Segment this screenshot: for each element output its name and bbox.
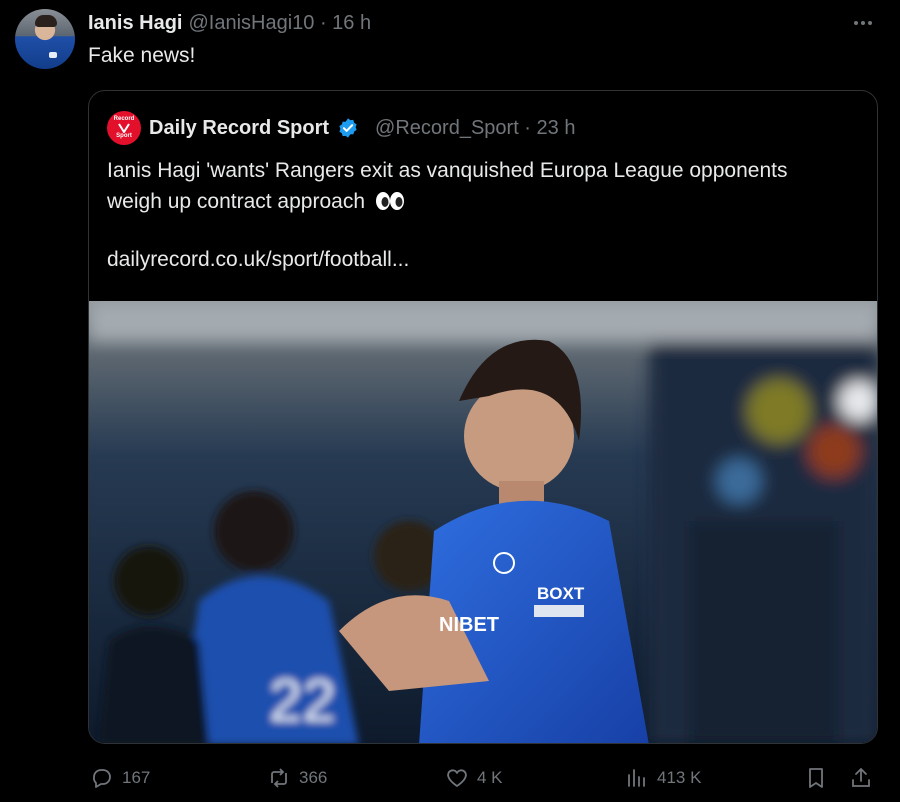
share-button[interactable] [849,760,873,796]
svg-text:22: 22 [269,667,336,734]
svg-text:BOXT: BOXT [537,584,585,603]
views-chart-icon [628,769,645,787]
record-sport-logo[interactable]: Record Sport [107,111,141,145]
repost-icon [271,768,287,788]
article-link[interactable]: dailyrecord.co.uk/sport/football... [107,248,409,272]
quote-text-content: Ianis Hagi 'wants' Rangers exit as vanqu… [107,159,788,213]
reply-button[interactable]: 167 [90,760,150,796]
views-count: 413 K [657,768,702,787]
like-button[interactable]: 4 K [445,760,503,796]
reply-count: 167 [122,768,151,787]
action-bar: 167 366 4 K 413 K [0,760,900,796]
quote-author-handle[interactable]: @Record_Sport · 23 h [375,117,575,140]
avatar[interactable] [15,9,75,69]
heart-icon [447,769,467,787]
like-count: 4 K [477,768,503,787]
bookmark-button[interactable] [804,760,828,796]
reply-icon [93,769,111,788]
tweet-header: Ianis Hagi @IanisHagi10 · 16 h [88,10,371,36]
avatar-badge [49,52,57,58]
repost-count: 366 [299,768,328,787]
tweet-text: Fake news! [88,44,196,67]
repost-button[interactable]: 366 [267,760,327,796]
more-icon[interactable] [848,12,878,34]
share-icon [852,768,870,787]
article-photo[interactable]: 22 NIBET BOXT [89,301,878,744]
author-handle[interactable]: @IanisHagi10 · 16 h [188,12,371,35]
quoted-tweet[interactable]: Record Sport Daily Record Sport @Record_… [88,90,878,744]
bookmark-icon [809,768,823,788]
views-button[interactable]: 413 K [625,760,701,796]
eyes-emoji-icon [375,192,404,210]
verified-badge-icon [339,118,357,138]
quote-text: Ianis Hagi 'wants' Rangers exit as vanqu… [107,155,847,217]
svg-text:NIBET: NIBET [439,614,499,636]
avatar-hair [35,15,57,27]
author-name[interactable]: Ianis Hagi [88,12,182,35]
quote-header: Record Sport Daily Record Sport @Record_… [107,111,575,145]
quote-author-name[interactable]: Daily Record Sport [149,117,329,140]
